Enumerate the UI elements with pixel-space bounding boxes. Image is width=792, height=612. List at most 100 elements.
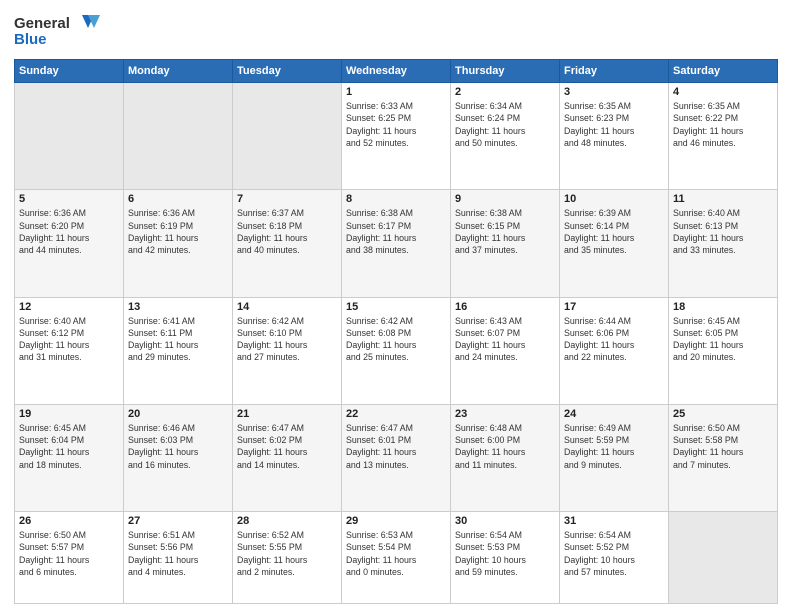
day-number: 2 <box>455 86 555 98</box>
calendar-cell: 26 Sunrise: 6:50 AM Sunset: 5:57 PM Dayli… <box>15 512 124 604</box>
day-info: Sunrise: 6:47 AM Sunset: 6:01 PM Dayligh… <box>346 422 446 471</box>
calendar-cell: 13 Sunrise: 6:41 AM Sunset: 6:11 PM Dayli… <box>124 297 233 404</box>
day-number: 22 <box>346 408 446 420</box>
calendar-week-4: 19 Sunrise: 6:45 AM Sunset: 6:04 PM Dayli… <box>15 404 778 511</box>
day-info: Sunrise: 6:40 AM Sunset: 6:13 PM Dayligh… <box>673 207 773 256</box>
weekday-header-thursday: Thursday <box>451 60 560 83</box>
day-number: 21 <box>237 408 337 420</box>
day-number: 13 <box>128 301 228 313</box>
day-info: Sunrise: 6:52 AM Sunset: 5:55 PM Dayligh… <box>237 529 337 578</box>
day-info: Sunrise: 6:36 AM Sunset: 6:20 PM Dayligh… <box>19 207 119 256</box>
day-number: 14 <box>237 301 337 313</box>
day-info: Sunrise: 6:50 AM Sunset: 5:57 PM Dayligh… <box>19 529 119 578</box>
day-info: Sunrise: 6:43 AM Sunset: 6:07 PM Dayligh… <box>455 315 555 364</box>
weekday-header-tuesday: Tuesday <box>233 60 342 83</box>
calendar-cell: 24Sunrise: 6:49 AM Sunset: 5:59 PM Dayli… <box>560 404 669 511</box>
calendar-table: SundayMondayTuesdayWednesdayThursdayFrid… <box>14 59 778 604</box>
logo: General Blue <box>14 10 104 53</box>
day-info: Sunrise: 6:38 AM Sunset: 6:17 PM Dayligh… <box>346 207 446 256</box>
calendar-cell: 25 Sunrise: 6:50 AM Sunset: 5:58 PM Dayli… <box>669 404 778 511</box>
day-number: 24 <box>564 408 664 420</box>
day-info: Sunrise: 6:47 AM Sunset: 6:02 PM Dayligh… <box>237 422 337 471</box>
svg-text:Blue: Blue <box>14 31 47 48</box>
calendar-cell <box>124 83 233 190</box>
calendar-cell: 6Sunrise: 6:36 AM Sunset: 6:19 PM Daylig… <box>124 190 233 297</box>
day-number: 18 <box>673 301 773 313</box>
calendar-cell: 27 Sunrise: 6:51 AM Sunset: 5:56 PM Dayli… <box>124 512 233 604</box>
calendar-cell: 17Sunrise: 6:44 AM Sunset: 6:06 PM Dayli… <box>560 297 669 404</box>
calendar-cell: 11 Sunrise: 6:40 AM Sunset: 6:13 PM Dayli… <box>669 190 778 297</box>
day-info: Sunrise: 6:41 AM Sunset: 6:11 PM Dayligh… <box>128 315 228 364</box>
day-info: Sunrise: 6:38 AM Sunset: 6:15 PM Dayligh… <box>455 207 555 256</box>
day-info: Sunrise: 6:54 AM Sunset: 5:52 PM Dayligh… <box>564 529 664 578</box>
weekday-header-sunday: Sunday <box>15 60 124 83</box>
day-number: 23 <box>455 408 555 420</box>
calendar-cell: 15 Sunrise: 6:42 AM Sunset: 6:08 PM Dayli… <box>342 297 451 404</box>
calendar-week-1: 1Sunrise: 6:33 AM Sunset: 6:25 PM Daylig… <box>15 83 778 190</box>
calendar-cell: 5 Sunrise: 6:36 AM Sunset: 6:20 PM Daylig… <box>15 190 124 297</box>
day-info: Sunrise: 6:35 AM Sunset: 6:23 PM Dayligh… <box>564 100 664 149</box>
calendar-cell <box>669 512 778 604</box>
day-info: Sunrise: 6:40 AM Sunset: 6:12 PM Dayligh… <box>19 315 119 364</box>
day-info: Sunrise: 6:46 AM Sunset: 6:03 PM Dayligh… <box>128 422 228 471</box>
calendar-cell: 12Sunrise: 6:40 AM Sunset: 6:12 PM Dayli… <box>15 297 124 404</box>
calendar-cell <box>233 83 342 190</box>
day-number: 9 <box>455 193 555 205</box>
day-info: Sunrise: 6:39 AM Sunset: 6:14 PM Dayligh… <box>564 207 664 256</box>
day-number: 4 <box>673 86 773 98</box>
weekday-header-friday: Friday <box>560 60 669 83</box>
day-number: 5 <box>19 193 119 205</box>
calendar-cell: 18Sunrise: 6:45 AM Sunset: 6:05 PM Dayli… <box>669 297 778 404</box>
calendar-week-2: 5 Sunrise: 6:36 AM Sunset: 6:20 PM Daylig… <box>15 190 778 297</box>
day-number: 27 <box>128 515 228 527</box>
logo-text: General Blue <box>14 10 104 53</box>
day-number: 10 <box>564 193 664 205</box>
calendar-cell: 9 Sunrise: 6:38 AM Sunset: 6:15 PM Daylig… <box>451 190 560 297</box>
day-number: 8 <box>346 193 446 205</box>
day-number: 16 <box>455 301 555 313</box>
day-number: 19 <box>19 408 119 420</box>
day-info: Sunrise: 6:51 AM Sunset: 5:56 PM Dayligh… <box>128 529 228 578</box>
day-number: 28 <box>237 515 337 527</box>
day-info: Sunrise: 6:36 AM Sunset: 6:19 PM Dayligh… <box>128 207 228 256</box>
day-number: 11 <box>673 193 773 205</box>
day-number: 15 <box>346 301 446 313</box>
day-number: 26 <box>19 515 119 527</box>
day-number: 1 <box>346 86 446 98</box>
calendar-cell <box>15 83 124 190</box>
day-number: 29 <box>346 515 446 527</box>
day-info: Sunrise: 6:44 AM Sunset: 6:06 PM Dayligh… <box>564 315 664 364</box>
calendar-cell: 23 Sunrise: 6:48 AM Sunset: 6:00 PM Dayli… <box>451 404 560 511</box>
header: General Blue <box>14 10 778 53</box>
weekday-header-saturday: Saturday <box>669 60 778 83</box>
calendar-cell: 16 Sunrise: 6:43 AM Sunset: 6:07 PM Dayli… <box>451 297 560 404</box>
day-info: Sunrise: 6:48 AM Sunset: 6:00 PM Dayligh… <box>455 422 555 471</box>
day-info: Sunrise: 6:45 AM Sunset: 6:04 PM Dayligh… <box>19 422 119 471</box>
calendar-cell: 2Sunrise: 6:34 AM Sunset: 6:24 PM Daylig… <box>451 83 560 190</box>
calendar-cell: 14 Sunrise: 6:42 AM Sunset: 6:10 PM Dayli… <box>233 297 342 404</box>
day-info: Sunrise: 6:35 AM Sunset: 6:22 PM Dayligh… <box>673 100 773 149</box>
calendar-cell: 20 Sunrise: 6:46 AM Sunset: 6:03 PM Dayli… <box>124 404 233 511</box>
calendar-cell: 22 Sunrise: 6:47 AM Sunset: 6:01 PM Dayli… <box>342 404 451 511</box>
calendar-cell: 29 Sunrise: 6:53 AM Sunset: 5:54 PM Dayli… <box>342 512 451 604</box>
day-info: Sunrise: 6:53 AM Sunset: 5:54 PM Dayligh… <box>346 529 446 578</box>
calendar-week-5: 26 Sunrise: 6:50 AM Sunset: 5:57 PM Dayli… <box>15 512 778 604</box>
calendar-cell: 4 Sunrise: 6:35 AM Sunset: 6:22 PM Daylig… <box>669 83 778 190</box>
day-number: 30 <box>455 515 555 527</box>
day-number: 25 <box>673 408 773 420</box>
calendar-cell: 7Sunrise: 6:37 AM Sunset: 6:18 PM Daylig… <box>233 190 342 297</box>
day-info: Sunrise: 6:42 AM Sunset: 6:10 PM Dayligh… <box>237 315 337 364</box>
calendar-week-3: 12Sunrise: 6:40 AM Sunset: 6:12 PM Dayli… <box>15 297 778 404</box>
day-number: 20 <box>128 408 228 420</box>
page: General Blue SundayMondayTuesdayWednesda… <box>0 0 792 612</box>
weekday-header-wednesday: Wednesday <box>342 60 451 83</box>
calendar-cell: 19 Sunrise: 6:45 AM Sunset: 6:04 PM Dayli… <box>15 404 124 511</box>
weekday-header-monday: Monday <box>124 60 233 83</box>
day-info: Sunrise: 6:37 AM Sunset: 6:18 PM Dayligh… <box>237 207 337 256</box>
weekday-header-row: SundayMondayTuesdayWednesdayThursdayFrid… <box>15 60 778 83</box>
day-info: Sunrise: 6:42 AM Sunset: 6:08 PM Dayligh… <box>346 315 446 364</box>
calendar-cell: 1Sunrise: 6:33 AM Sunset: 6:25 PM Daylig… <box>342 83 451 190</box>
day-info: Sunrise: 6:50 AM Sunset: 5:58 PM Dayligh… <box>673 422 773 471</box>
calendar-cell: 28 Sunrise: 6:52 AM Sunset: 5:55 PM Dayli… <box>233 512 342 604</box>
calendar-cell: 21 Sunrise: 6:47 AM Sunset: 6:02 PM Dayli… <box>233 404 342 511</box>
